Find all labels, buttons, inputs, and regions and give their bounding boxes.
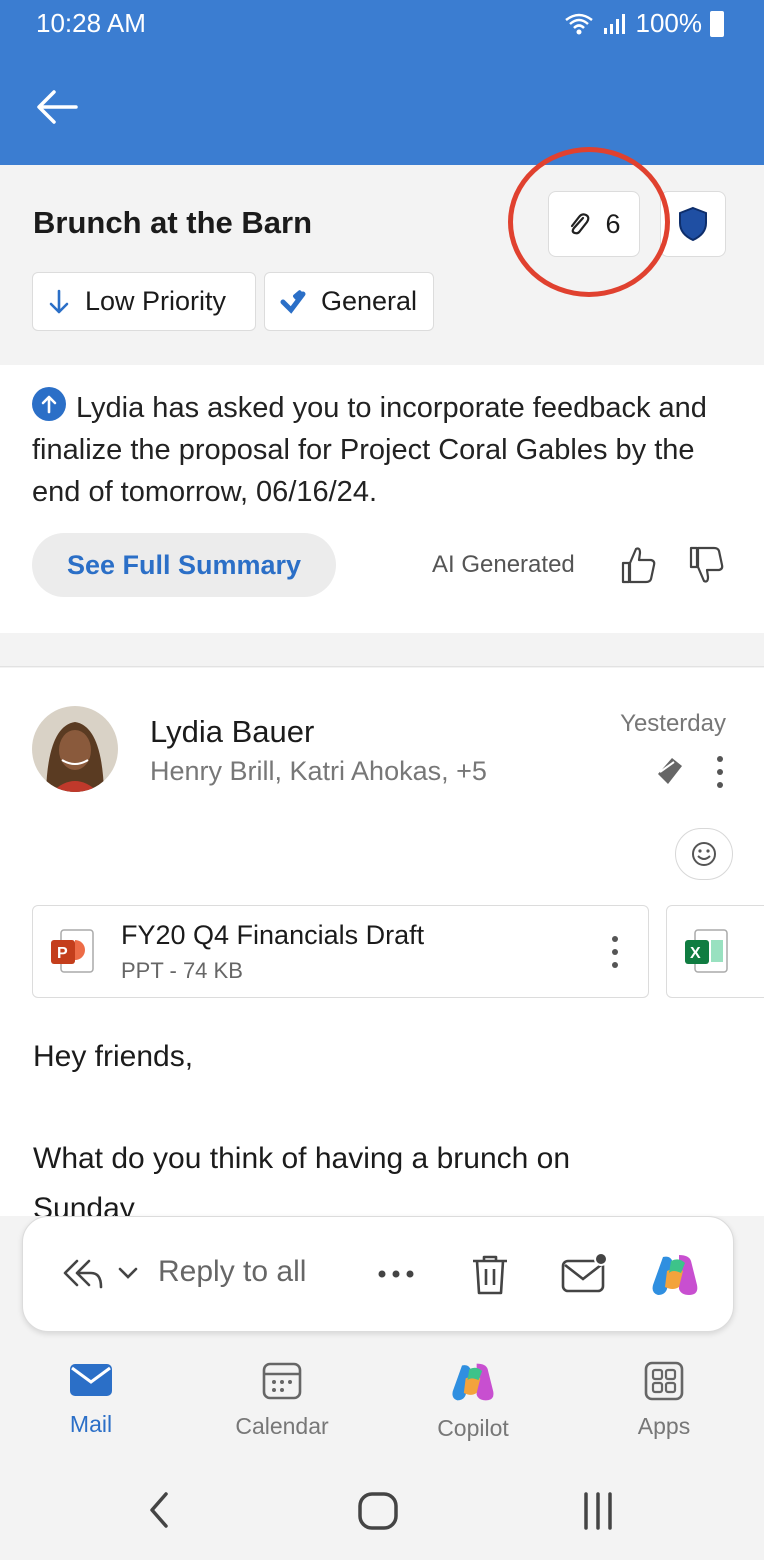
attachment-card[interactable]: X [666,905,764,998]
signal-icon [603,13,625,34]
arrow-up-circle-icon [32,387,66,421]
more-horizontal-icon[interactable] [377,1269,415,1279]
system-navigation-bar [0,1460,764,1560]
general-category-chip[interactable]: General [264,272,434,331]
subject-header: Brunch at the Barn 6 Low Priority Genera… [0,147,764,365]
status-time: 10:28 AM [36,8,146,38]
body-line: Hey friends, [33,1040,194,1073]
more-options-icon[interactable] [710,754,730,790]
mail-icon [70,1364,112,1396]
body-line: What do you think of having a brunch on [33,1142,571,1175]
summary-text: Lydia has asked you to incorporate feedb… [32,392,707,508]
attachment-name: FY20 Q4 Financials Draft [121,920,425,950]
thumbs-up-icon[interactable] [618,543,658,587]
battery-percent: 100% [635,8,703,38]
apps-grid-icon [644,1361,684,1401]
body-line: Sunday [33,1192,135,1216]
status-indicators: 100% [564,8,724,39]
wifi-icon [564,13,593,34]
recipients[interactable]: Henry Brill, Katri Ahokas, +5 [150,756,487,787]
thumbs-down-icon[interactable] [686,543,726,587]
shield-icon [679,206,707,242]
attachment-more-icon[interactable] [607,934,623,970]
highlight-circle [508,147,670,297]
category-tag-icon [280,289,306,314]
battery-icon [710,10,724,37]
tab-label: Apps [637,1413,691,1439]
sweep-icon[interactable] [652,754,686,788]
system-back-icon[interactable] [144,1490,174,1530]
tab-label: Mail [69,1411,113,1437]
copilot-icon[interactable] [649,1251,701,1299]
back-arrow-icon[interactable] [32,82,82,132]
tab-calendar[interactable]: Calendar [212,1360,352,1440]
section-divider [0,633,764,667]
reply-toolbar: Reply to all [22,1216,734,1332]
svg-text:P: P [57,945,68,962]
email-subject: Brunch at the Barn [33,205,313,240]
sender-name: Lydia Bauer [150,714,315,749]
attachment-meta: PPT - 74 KB [121,958,243,983]
chevron-down-icon[interactable] [117,1265,139,1281]
home-icon[interactable] [356,1490,400,1532]
powerpoint-icon: P [51,929,94,973]
copilot-icon [452,1363,494,1401]
summary-text-block: Lydia has asked you to incorporate feedb… [32,387,732,513]
reply-all-icon[interactable] [61,1257,105,1291]
excel-icon: X [685,929,728,973]
mark-unread-icon[interactable] [559,1251,611,1295]
tab-copilot[interactable]: Copilot [403,1360,543,1442]
ai-generated-label: AI Generated [432,551,575,578]
smiley-icon [692,842,716,866]
tab-label: Copilot [437,1415,509,1441]
see-full-summary-button[interactable]: See Full Summary [32,533,336,597]
chip-label: Low Priority [85,286,227,316]
bottom-tab-bar: Mail Calendar Copilot Apps [0,1340,764,1460]
avatar[interactable] [32,706,118,792]
tab-mail[interactable]: Mail [21,1360,161,1438]
tab-label: Calendar [235,1413,329,1439]
low-priority-chip[interactable]: Low Priority [32,272,256,331]
delete-icon[interactable] [469,1253,511,1297]
message-card: Lydia Bauer Henry Brill, Katri Ahokas, +… [0,668,764,1216]
reaction-button[interactable] [675,828,733,880]
chip-label: General [321,286,418,316]
reply-all-button[interactable]: Reply to all [158,1255,306,1289]
timestamp: Yesterday [620,710,726,737]
attachment-card[interactable]: P FY20 Q4 Financials Draft PPT - 74 KB [32,905,649,998]
svg-text:X: X [690,945,701,962]
app-bar: 10:28 AM 100% [0,0,764,165]
recent-apps-icon[interactable] [580,1490,616,1532]
arrow-down-icon [49,289,69,313]
tab-apps[interactable]: Apps [594,1360,734,1440]
calendar-icon [262,1362,302,1400]
ai-summary-card: Lydia has asked you to incorporate feedb… [0,365,764,633]
